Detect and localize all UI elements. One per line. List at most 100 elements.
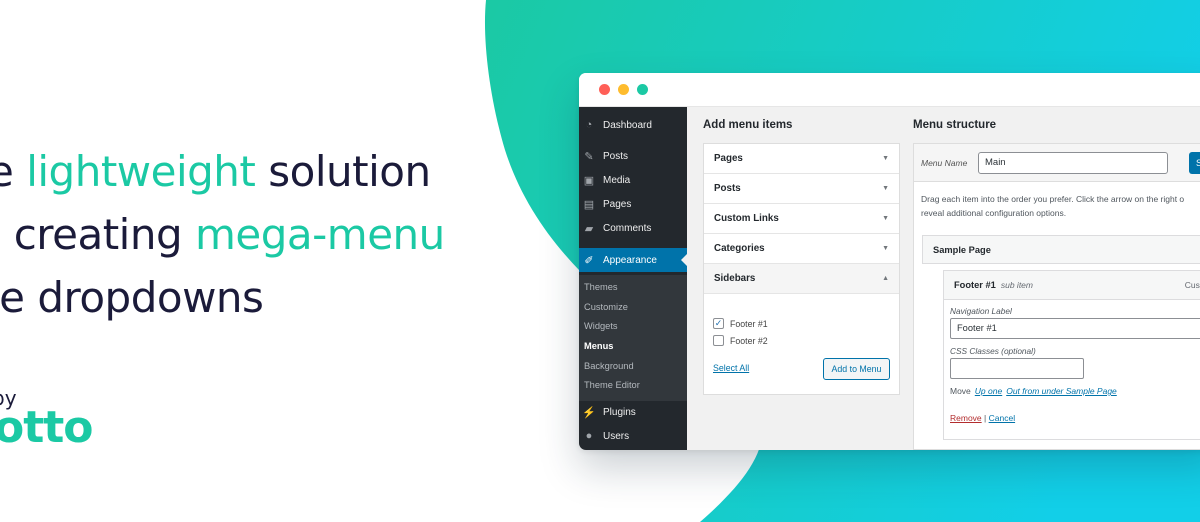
select-all-link[interactable]: Select All	[713, 363, 749, 373]
accordion-label: Pages	[714, 153, 743, 164]
move-label: Move	[950, 386, 971, 396]
close-window-dot[interactable]	[599, 84, 610, 95]
accordion-custom-links[interactable]: Custom Links ▼	[704, 204, 899, 234]
item-actions: Remove | Cancel	[950, 413, 1015, 423]
checkbox-row-footer-2[interactable]: Footer #2	[713, 335, 768, 346]
navigation-label-label: Navigation Label	[950, 306, 1012, 316]
browser-window: ◔ Dashboard ✎ Posts ▣ Media ▤ Pages ▰ Comment…	[579, 73, 1200, 450]
hero-text: le dropdowns	[0, 273, 264, 322]
plugin-icon: ⚡	[582, 406, 596, 419]
sidebar-item-appearance[interactable]: ✐ Appearance	[579, 248, 687, 272]
checkbox-checked[interactable]: ✓	[713, 318, 724, 329]
menu-item-header[interactable]: Footer #1 sub item Custom	[944, 271, 1200, 300]
instructions-line: Drag each item into the order you prefer…	[921, 194, 1185, 204]
minimize-window-dot[interactable]	[618, 84, 629, 95]
hero-headline: e lightweight solution creating mega-men…	[0, 140, 445, 329]
menu-item-sample-page[interactable]: Sample Page P	[922, 235, 1200, 264]
media-icon: ▣	[583, 174, 595, 187]
caret-down-icon: ▼	[882, 185, 889, 192]
sidebar-item-label: Posts	[603, 150, 629, 162]
submenu-item-themes[interactable]: Themes	[584, 282, 618, 292]
sidebar-item-users[interactable]: ● Users	[579, 424, 687, 448]
sidebar-item-pages[interactable]: ▤ Pages	[579, 192, 687, 216]
accordion-label: Sidebars	[714, 273, 756, 284]
checkbox-unchecked[interactable]	[713, 335, 724, 346]
cancel-link[interactable]: Cancel	[989, 413, 1015, 423]
hero-text: e	[0, 147, 14, 196]
menu-structure-panel: Menu Name Main S Drag each item into the…	[913, 143, 1200, 450]
add-menu-items-title: Add menu items	[703, 119, 793, 131]
menu-name-label: Menu Name	[921, 158, 968, 168]
caret-down-icon: ▼	[882, 155, 889, 162]
sub-item-tag: sub item	[1000, 280, 1033, 290]
css-classes-label: CSS Classes (optional)	[950, 346, 1036, 356]
brand-logo: otto	[0, 402, 94, 453]
hero-text: solution	[255, 147, 431, 196]
add-menu-items-panel: Pages ▼ Posts ▼ Custom Links ▼ Categories ▼ …	[703, 143, 900, 395]
hero-text: creating	[13, 210, 195, 259]
dashboard-icon: ◔	[585, 119, 593, 131]
hero-accent-text: mega-menu	[194, 210, 445, 259]
hero-accent-text: lightweight	[26, 147, 256, 196]
navigation-label-input[interactable]: Footer #1	[950, 318, 1200, 339]
remove-link[interactable]: Remove	[950, 413, 982, 423]
sidebar-item-label: Pages	[603, 198, 632, 210]
submenu-item-background[interactable]: Background	[584, 361, 634, 371]
menu-item-footer-1: Footer #1 sub item Custom Navigation Lab…	[943, 270, 1200, 440]
caret-down-icon: ▼	[882, 215, 889, 222]
add-to-menu-button[interactable]: Add to Menu	[823, 358, 890, 380]
move-out-link[interactable]: Out from under Sample Page	[1006, 386, 1117, 396]
accordion-sidebars[interactable]: Sidebars ▲	[704, 264, 899, 294]
sidebar-item-plugins[interactable]: ⚡ Plugins	[579, 400, 687, 424]
sidebar-item-dashboard[interactable]: ◔ Dashboard	[579, 113, 687, 137]
checkbox-row-footer-1[interactable]: ✓ Footer #1	[713, 318, 768, 329]
accordion-pages[interactable]: Pages ▼	[704, 144, 899, 174]
accordion-label: Posts	[714, 183, 741, 194]
submenu-item-widgets[interactable]: Widgets	[584, 321, 618, 331]
hero-line-1: e lightweight solution	[0, 140, 445, 203]
accordion-label: Categories	[714, 243, 765, 254]
submenu-item-theme-editor[interactable]: Theme Editor	[584, 380, 640, 390]
menu-name-bar: Menu Name Main S	[914, 144, 1200, 182]
move-up-one-link[interactable]: Up one	[975, 386, 1002, 396]
user-icon: ●	[585, 430, 593, 442]
sidebar-item-label: Dashboard	[603, 119, 652, 131]
css-classes-input[interactable]	[950, 358, 1084, 379]
submenu-item-menus[interactable]: Menus	[584, 341, 613, 351]
checkbox-label: Footer #1	[730, 318, 768, 329]
menu-item-type: Custom	[1184, 280, 1200, 290]
menu-name-input[interactable]: Main	[978, 152, 1168, 174]
brush-icon: ✐	[584, 254, 594, 267]
appearance-submenu: Themes Customize Widgets Menus Backgroun…	[579, 275, 687, 401]
sidebar-item-label: Appearance	[603, 254, 657, 266]
sidebar-item-comments[interactable]: ▰ Comments	[579, 216, 687, 240]
save-menu-button[interactable]: S	[1189, 152, 1200, 174]
instructions-line: reveal additional configuration options.	[921, 208, 1067, 218]
menu-structure-title: Menu structure	[913, 119, 997, 131]
hero-line-3: le dropdowns	[0, 266, 445, 329]
sidebar-item-label: Media	[603, 174, 631, 186]
pages-icon: ▤	[583, 198, 595, 211]
move-row: Move Up one Out from under Sample Page	[950, 386, 1117, 396]
comment-icon: ▰	[584, 222, 594, 235]
submenu-item-customize[interactable]: Customize	[584, 302, 628, 312]
accordion-posts[interactable]: Posts ▼	[704, 174, 899, 204]
sidebar-item-label: Comments	[603, 222, 652, 234]
pin-icon: ✎	[584, 150, 594, 163]
menu-item-title: Footer #1	[954, 280, 996, 290]
menu-instructions: Drag each item into the order you prefer…	[921, 192, 1200, 220]
checkbox-label: Footer #2	[730, 335, 768, 346]
caret-up-icon: ▲	[882, 275, 889, 282]
menu-item-title: Sample Page	[933, 244, 991, 255]
sidebar-item-label: Users	[603, 430, 630, 442]
window-titlebar	[579, 73, 1200, 107]
sidebar-item-media[interactable]: ▣ Media	[579, 168, 687, 192]
maximize-window-dot[interactable]	[637, 84, 648, 95]
accordion-label: Custom Links	[714, 213, 779, 224]
caret-down-icon: ▼	[882, 245, 889, 252]
sidebar-item-label: Plugins	[603, 406, 636, 418]
hero-line-2: creating mega-menu	[0, 203, 446, 266]
accordion-categories[interactable]: Categories ▼	[704, 234, 899, 264]
sidebar-item-posts[interactable]: ✎ Posts	[579, 144, 687, 168]
action-separator: |	[984, 413, 987, 423]
